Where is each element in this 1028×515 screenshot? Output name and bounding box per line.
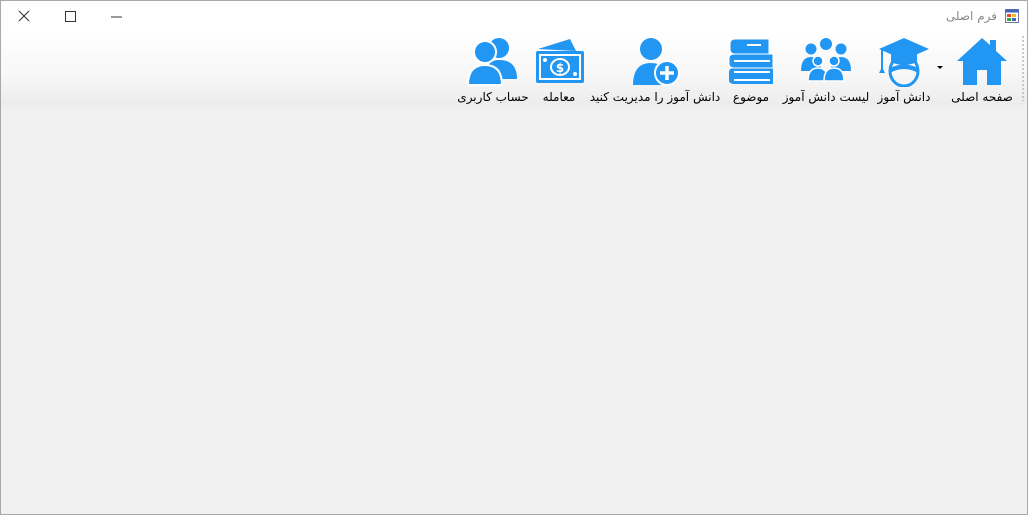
close-button[interactable] [1,1,47,31]
title-bar: فرم اصلی [1,1,1027,31]
window-title: فرم اصلی [945,9,997,23]
transaction-label: معامله [542,90,576,104]
maximize-icon [64,10,76,22]
student-button[interactable]: دانش آموز [875,31,933,105]
home-button[interactable]: صفحه اصلی [947,31,1017,105]
toolbar-grip[interactable] [1022,35,1024,101]
home-label: صفحه اصلی [951,90,1013,104]
users-account-icon [466,38,517,86]
transaction-button[interactable]: $ معامله [531,31,587,105]
manage-students-label: دانش آموز را مدیریت کنید [589,90,721,104]
minimize-button[interactable] [93,1,139,31]
main-toolbar: صفحه اصلی دانش آموز لیست دانش آموز موضوع… [1,31,1027,105]
add-user-icon [633,38,680,86]
subject-label: موضوع [732,90,770,104]
user-account-button[interactable]: حساب کاربری [457,31,529,105]
student-label: دانش آموز [877,90,931,104]
student-list-button[interactable]: لیست دانش آموز [783,31,869,105]
student-graduate-icon [879,38,929,87]
main-content-area [1,105,1027,514]
group-users-icon [801,38,851,82]
student-list-label: لیست دانش آموز [782,90,870,104]
svg-text:$: $ [556,61,564,75]
maximize-button[interactable] [47,1,93,31]
chevron-down-icon[interactable] [937,66,943,69]
main-window: فرم اصلی صفحه اصلی دانش آموز لیست دانش آ… [0,0,1028,515]
user-account-label: حساب کاربری [457,90,529,104]
close-icon [18,10,30,22]
minimize-icon [110,16,122,17]
subject-button[interactable]: موضوع [725,31,777,105]
money-icon: $ [536,39,584,83]
app-form-icon [1005,9,1019,23]
home-icon [957,38,1007,85]
books-icon [728,38,774,84]
manage-students-button[interactable]: دانش آموز را مدیریت کنید [589,31,721,105]
